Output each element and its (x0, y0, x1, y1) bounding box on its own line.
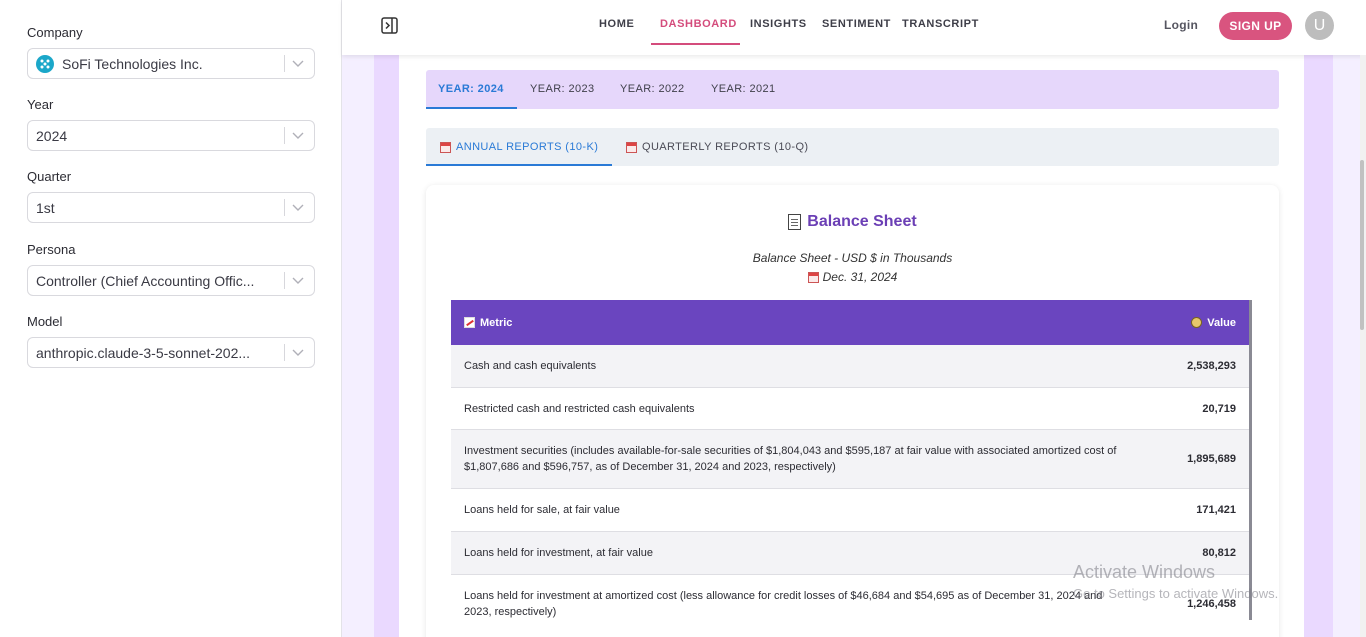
year-field: Year 2024 (27, 97, 315, 151)
metric-cell: Loans held for investment, at fair value (464, 547, 653, 559)
chevron-down-icon[interactable] (292, 347, 304, 359)
tab-year-2022[interactable]: YEAR: 2022 (620, 70, 685, 109)
value-header-label: Value (1207, 316, 1236, 329)
select-separator (284, 272, 285, 289)
metric-header: Metric (464, 317, 1191, 329)
report-tabs: ANNUAL REPORTS (10-K) QUARTERLY REPORTS … (426, 128, 1279, 166)
nav-sentiment[interactable]: SENTIMENT (822, 0, 891, 45)
chart-icon (464, 317, 475, 328)
login-link[interactable]: Login (1164, 0, 1198, 50)
nav-insights[interactable]: INSIGHTS (750, 0, 807, 45)
nav-transcript[interactable]: TRANSCRIPT (902, 0, 979, 45)
model-field: Model anthropic.claude-3-5-sonnet-202... (27, 314, 315, 368)
metric-header-label: Metric (480, 316, 513, 329)
calendar-icon (807, 271, 819, 283)
quarter-value: 1st (36, 199, 55, 216)
company-label: Company (27, 25, 83, 40)
company-select[interactable]: SoFi Technologies Inc. (27, 48, 315, 79)
table-row: Loans held for investment, at fair value… (451, 532, 1249, 575)
tab-annual-reports-label: ANNUAL REPORTS (10-K) (456, 141, 599, 153)
tab-quarterly-reports-label: QUARTERLY REPORTS (10-Q) (642, 141, 809, 153)
value-cell: 2,538,293 (1187, 360, 1236, 372)
company-field: Company SoFi Technologies Inc. (27, 25, 315, 79)
calendar-icon (626, 141, 637, 153)
quarter-select[interactable]: 1st (27, 192, 315, 223)
year-tabs: YEAR: 2024 YEAR: 2023 YEAR: 2022 YEAR: 2… (426, 70, 1279, 109)
page-scrollbar[interactable] (1360, 55, 1366, 637)
top-navbar: HOME DASHBOARD INSIGHTS SENTIMENT TRANSC… (342, 0, 1366, 55)
card-title-text: Balance Sheet (807, 213, 917, 230)
persona-select[interactable]: Controller (Chief Accounting Offic... (27, 265, 315, 296)
document-icon (788, 214, 802, 230)
nav-dashboard[interactable]: DASHBOARD (660, 0, 737, 45)
metric-cell: Restricted cash and restricted cash equi… (464, 402, 695, 415)
select-separator (284, 55, 285, 72)
sidebar-toggle-icon[interactable] (381, 17, 398, 34)
table-header: Metric Value (451, 300, 1249, 345)
value-cell: 1,246,458 (1187, 597, 1236, 610)
year-label: Year (27, 97, 54, 112)
tab-quarterly-reports[interactable]: QUARTERLY REPORTS (10-Q) (626, 128, 809, 166)
metric-cell: Investment securities (includes availabl… (464, 445, 1117, 473)
table-row: Restricted cash and restricted cash equi… (451, 388, 1249, 430)
year-value: 2024 (36, 127, 68, 144)
chevron-down-icon[interactable] (292, 202, 304, 214)
metric-cell: Loans held for sale, at fair value (464, 504, 620, 516)
table-body: Cash and cash equivalents 2,538,293 Rest… (451, 345, 1249, 620)
value-cell: 171,421 (1196, 504, 1236, 516)
chevron-down-icon[interactable] (292, 58, 304, 70)
company-value: SoFi Technologies Inc. (62, 55, 203, 72)
tab-annual-reports[interactable]: ANNUAL REPORTS (10-K) (440, 128, 598, 166)
tab-year-2024[interactable]: YEAR: 2024 (438, 70, 504, 109)
report-tab-indicator (426, 164, 612, 166)
scrollbar-thumb[interactable] (1360, 160, 1364, 330)
table-row: Loans held for sale, at fair value 171,4… (451, 489, 1249, 532)
nav-active-indicator (651, 43, 740, 45)
avatar[interactable]: U (1305, 11, 1334, 40)
sidebar: Company SoFi Technologies Inc. Year 2024… (0, 0, 342, 637)
select-separator (284, 127, 285, 144)
persona-label: Persona (27, 242, 76, 257)
card-date-text: Dec. 31, 2024 (822, 270, 898, 284)
persona-field: Persona Controller (Chief Accounting Off… (27, 242, 315, 296)
balance-sheet-table: Metric Value Cash and cash equivalents 2… (451, 300, 1252, 620)
signup-button[interactable]: SIGN UP (1219, 12, 1292, 40)
model-label: Model (27, 314, 63, 329)
year-tab-indicator (426, 107, 517, 109)
table-row: Loans held for investment at amortized c… (451, 575, 1249, 620)
chevron-down-icon[interactable] (292, 130, 304, 142)
select-separator (284, 344, 285, 361)
chevron-down-icon[interactable] (292, 275, 304, 287)
nav-home[interactable]: HOME (599, 0, 634, 45)
quarter-label: Quarter (27, 169, 72, 184)
value-cell: 1,895,689 (1187, 453, 1236, 465)
table-row: Cash and cash equivalents 2,538,293 (451, 345, 1249, 388)
value-header: Value (1191, 317, 1236, 329)
tab-year-2023[interactable]: YEAR: 2023 (530, 70, 595, 109)
calendar-icon (440, 141, 451, 153)
quarter-field: Quarter 1st (27, 169, 315, 223)
card-title: Balance Sheet (426, 213, 1279, 231)
model-value: anthropic.claude-3-5-sonnet-202... (36, 344, 251, 361)
model-select[interactable]: anthropic.claude-3-5-sonnet-202... (27, 337, 315, 368)
value-cell: 20,719 (1202, 402, 1236, 415)
card-subtitle: Balance Sheet - USD $ in Thousands (752, 251, 953, 265)
table-row: Investment securities (includes availabl… (451, 430, 1249, 489)
tab-year-2021[interactable]: YEAR: 2021 (711, 70, 776, 109)
metric-cell: Loans held for investment at amortized c… (464, 589, 1103, 618)
select-separator (284, 199, 285, 216)
sofi-logo-icon (36, 54, 54, 73)
metric-cell: Cash and cash equivalents (464, 360, 597, 372)
year-select[interactable]: 2024 (27, 120, 315, 151)
coin-icon (1191, 317, 1203, 328)
value-cell: 80,812 (1202, 547, 1236, 559)
card-date: Dec. 31, 2024 (426, 270, 1279, 284)
persona-value: Controller (Chief Accounting Offic... (36, 272, 255, 289)
